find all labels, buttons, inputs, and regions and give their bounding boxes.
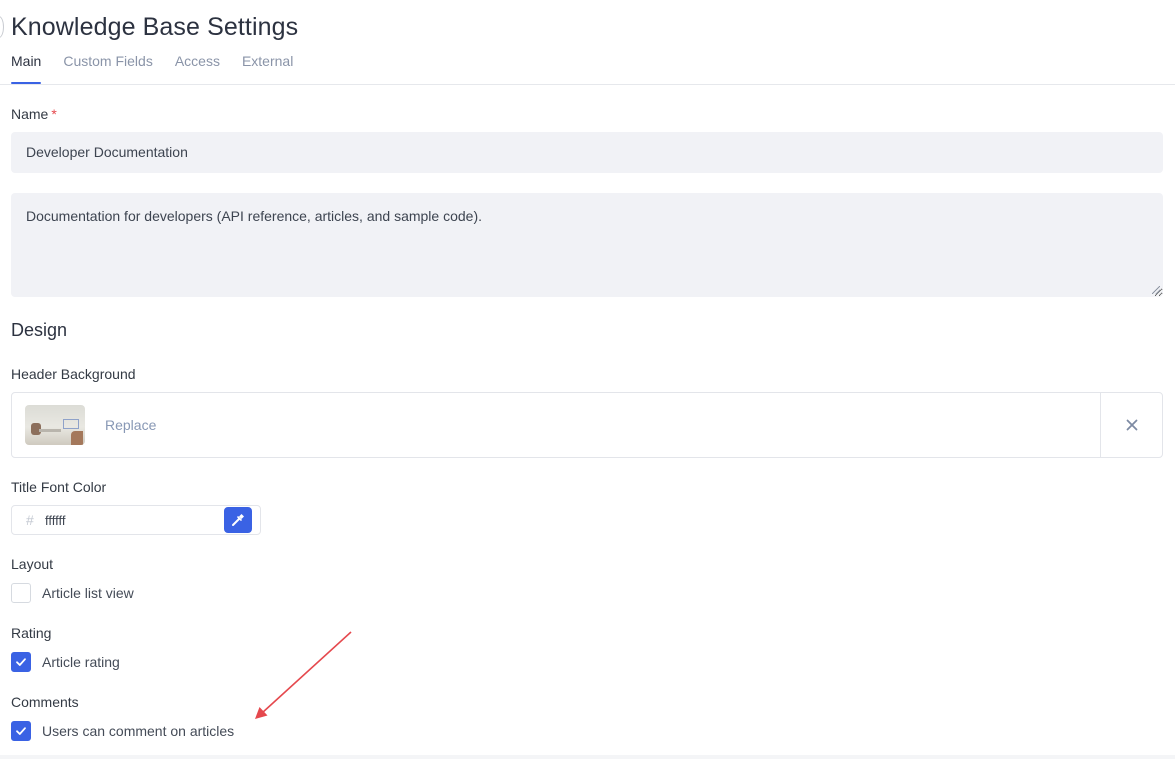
tab-bar: Main Custom Fields Access External bbox=[11, 50, 293, 84]
close-icon bbox=[1126, 419, 1138, 431]
checkmark-icon bbox=[16, 658, 26, 666]
hash-prefix: # bbox=[26, 512, 34, 528]
page-title: Knowledge Base Settings bbox=[11, 13, 299, 41]
users-can-comment-checkbox[interactable] bbox=[11, 721, 31, 741]
color-picker-button[interactable] bbox=[224, 507, 252, 533]
design-section-title: Design bbox=[11, 320, 68, 340]
header-background-thumbnail bbox=[25, 405, 85, 445]
name-label-row: Name * bbox=[11, 106, 57, 122]
checkmark-icon bbox=[16, 727, 26, 735]
required-mark: * bbox=[51, 106, 57, 122]
title-font-color-label: Title Font Color bbox=[11, 479, 107, 495]
tab-custom-fields[interactable]: Custom Fields bbox=[63, 50, 152, 84]
resize-grip-icon[interactable] bbox=[1152, 286, 1160, 294]
tabs-divider bbox=[0, 84, 1175, 85]
article-list-view-checkbox[interactable] bbox=[11, 583, 31, 603]
article-rating-label: Article rating bbox=[42, 654, 120, 670]
tab-external[interactable]: External bbox=[242, 50, 293, 84]
tab-access[interactable]: Access bbox=[175, 50, 220, 84]
article-list-view-option[interactable]: Article list view bbox=[11, 583, 134, 603]
name-label: Name bbox=[11, 106, 49, 122]
header-background-label: Header Background bbox=[11, 366, 136, 382]
users-can-comment-option[interactable]: Users can comment on articles bbox=[11, 721, 234, 741]
comments-label: Comments bbox=[11, 694, 79, 710]
color-hex-input[interactable]: ffffff bbox=[45, 513, 66, 528]
layout-label: Layout bbox=[11, 556, 54, 572]
article-rating-checkbox[interactable] bbox=[11, 652, 31, 672]
title-font-color-field[interactable]: # ffffff bbox=[11, 505, 261, 535]
article-list-view-label: Article list view bbox=[42, 585, 134, 601]
back-edge-icon bbox=[0, 16, 4, 38]
users-can-comment-label: Users can comment on articles bbox=[42, 723, 235, 739]
bottom-edge bbox=[0, 755, 1175, 759]
eyedropper-icon bbox=[232, 514, 244, 526]
kb-settings-page: Knowledge Base Settings Main Custom Fiel… bbox=[0, 0, 1175, 759]
remove-image-button[interactable] bbox=[1101, 393, 1163, 457]
rating-label: Rating bbox=[11, 625, 52, 641]
description-textarea[interactable]: Documentation for developers (API refere… bbox=[11, 193, 1163, 297]
replace-button[interactable]: Replace bbox=[105, 417, 156, 433]
tab-main[interactable]: Main bbox=[11, 50, 42, 84]
annotation-arrow bbox=[255, 631, 352, 719]
article-rating-option[interactable]: Article rating bbox=[11, 652, 120, 672]
name-input[interactable] bbox=[11, 132, 1163, 173]
header-background-upload: Replace bbox=[11, 392, 1163, 458]
